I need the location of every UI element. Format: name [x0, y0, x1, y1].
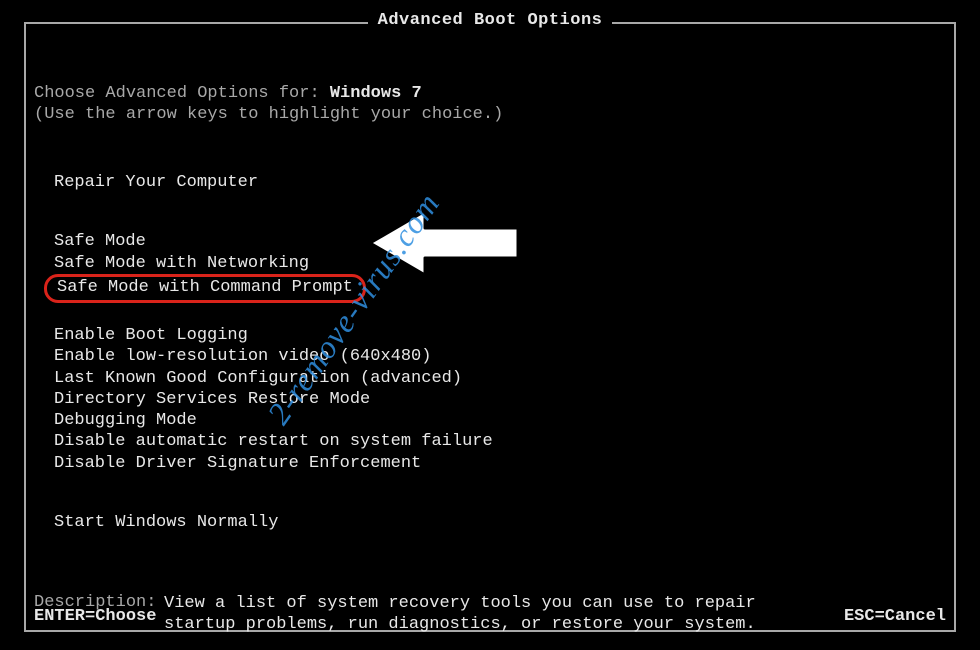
footer-esc: ESC=Cancel: [844, 607, 946, 626]
option-directory-services-restore[interactable]: Directory Services Restore Mode: [54, 389, 946, 410]
os-name: Windows 7: [330, 84, 422, 103]
option-disable-auto-restart[interactable]: Disable automatic restart on system fail…: [54, 431, 946, 452]
footer-bar: ENTER=Choose ESC=Cancel: [34, 607, 946, 626]
group-advanced: Enable Boot Logging Enable low-resolutio…: [54, 325, 946, 474]
option-safe-mode-networking[interactable]: Safe Mode with Networking: [54, 253, 946, 274]
arrow-key-hint: (Use the arrow keys to highlight your ch…: [34, 105, 946, 124]
group-repair: Repair Your Computer: [54, 172, 946, 193]
choose-os-line: Choose Advanced Options for: Windows 7: [34, 84, 946, 103]
group-safe-mode: Safe Mode Safe Mode with Networking Safe…: [54, 231, 946, 303]
option-repair-your-computer[interactable]: Repair Your Computer: [54, 172, 946, 193]
option-low-res-video[interactable]: Enable low-resolution video (640x480): [54, 346, 946, 367]
option-safe-mode[interactable]: Safe Mode: [54, 231, 946, 252]
option-last-known-good[interactable]: Last Known Good Configuration (advanced): [54, 368, 946, 389]
option-enable-boot-logging[interactable]: Enable Boot Logging: [54, 325, 946, 346]
option-start-normally[interactable]: Start Windows Normally: [54, 512, 946, 533]
choose-prefix: Choose Advanced Options for:: [34, 84, 330, 103]
option-debugging-mode[interactable]: Debugging Mode: [54, 410, 946, 431]
option-safe-mode-cmd-label: Safe Mode with Command Prompt: [44, 274, 366, 303]
group-normal: Start Windows Normally: [54, 512, 946, 533]
option-disable-driver-sig[interactable]: Disable Driver Signature Enforcement: [54, 453, 946, 474]
content-area: Choose Advanced Options for: Windows 7 (…: [24, 22, 956, 632]
footer-enter: ENTER=Choose: [34, 607, 156, 626]
option-safe-mode-cmd[interactable]: Safe Mode with Command Prompt: [54, 274, 946, 303]
